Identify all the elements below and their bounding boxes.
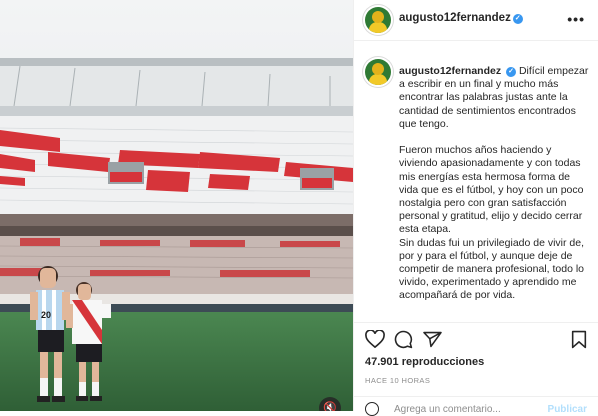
jersey-number: 20 bbox=[41, 310, 51, 320]
header-username[interactable]: augusto12fernandez ✓ bbox=[399, 12, 523, 24]
mute-icon: 🔇 bbox=[323, 402, 337, 411]
heart-icon[interactable] bbox=[365, 330, 385, 348]
stadium-photo: 20 bbox=[0, 0, 353, 411]
caption-area: augusto12fernandez ✓ Difícil empezar a e… bbox=[354, 50, 598, 322]
caption-avatar[interactable] bbox=[365, 59, 391, 85]
post-side-panel: augusto12fernandez ✓ ••• augusto12fernand… bbox=[353, 0, 598, 416]
emoji-icon[interactable] bbox=[365, 402, 379, 416]
caption-username[interactable]: augusto12fernandez bbox=[399, 65, 501, 77]
save-icon[interactable] bbox=[571, 330, 587, 349]
avatar[interactable] bbox=[365, 7, 391, 33]
caption: augusto12fernandez ✓ Difícil empezar a e… bbox=[399, 65, 589, 303]
post-timestamp[interactable]: HACE 10 HORAS bbox=[365, 376, 430, 385]
comment-icon[interactable] bbox=[394, 330, 413, 349]
comment-input[interactable]: Agrega un comentario... bbox=[394, 404, 501, 415]
more-options-icon[interactable]: ••• bbox=[567, 11, 585, 27]
caption-text: Difícil empezar a escribir en un final y… bbox=[399, 65, 589, 302]
post-header: augusto12fernandez ✓ ••• bbox=[354, 0, 598, 41]
comment-box: Agrega un comentario... Publicar bbox=[354, 396, 598, 416]
username-text[interactable]: augusto12fernandez bbox=[399, 12, 511, 24]
verified-badge-icon: ✓ bbox=[506, 67, 517, 77]
caption-fade bbox=[354, 310, 598, 322]
post-video[interactable]: 20 🔇 bbox=[0, 0, 353, 411]
publish-button[interactable]: Publicar bbox=[548, 404, 587, 415]
share-icon[interactable] bbox=[423, 331, 442, 348]
stadium-roof-crowd bbox=[0, 58, 353, 66]
views-count[interactable]: 47.901 reproducciones bbox=[365, 356, 484, 368]
action-bar: 47.901 reproducciones HACE 10 HORAS Agre… bbox=[354, 322, 598, 416]
verified-badge-icon: ✓ bbox=[512, 14, 523, 24]
